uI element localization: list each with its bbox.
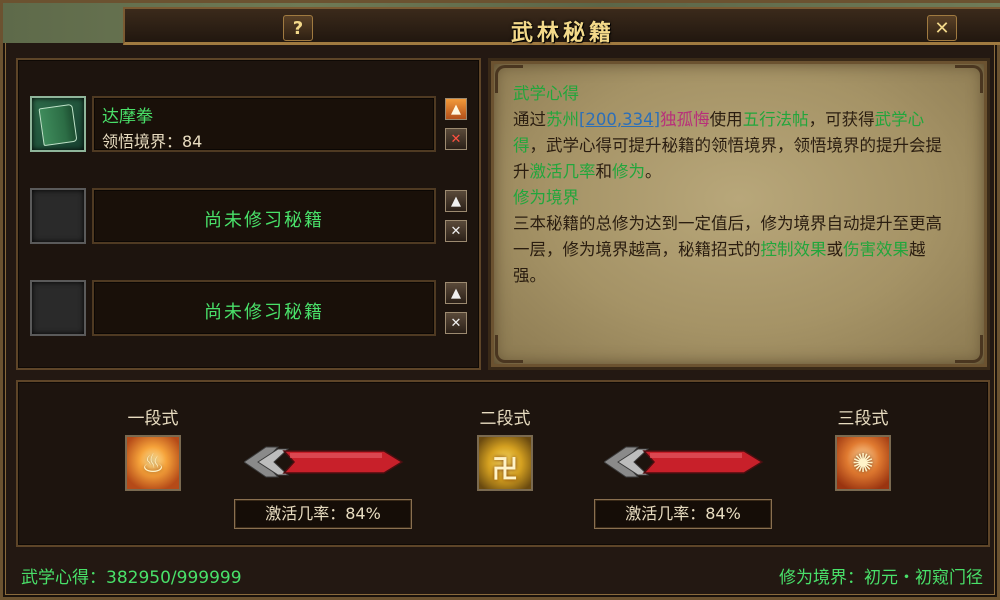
- slot-info-box[interactable]: 尚未修习秘籍: [92, 280, 436, 336]
- martial-manual-window: ? 武林秘籍 ✕ 达摩拳 领悟境界：84 ▲ ✕ 尚未修习秘籍 ▲ ✕ 尚未修习…: [0, 0, 1000, 600]
- stage-glyph: ✺: [852, 449, 874, 479]
- info-text-segment: 和: [595, 162, 613, 181]
- item-name: 五行法帖: [742, 110, 809, 129]
- stage-label: 一段式: [127, 409, 179, 429]
- coordinate-link[interactable]: [200,334]: [579, 110, 660, 129]
- stage-panel: 一段式 ♨ 二段式 卍 三段式 ✺ 激活几率：84% 激活几率：84%: [16, 380, 990, 547]
- term-highlight: 控制效果: [760, 240, 827, 259]
- npc-name: 独孤悔: [660, 110, 710, 129]
- flame-figure-icon[interactable]: ♨: [125, 435, 181, 491]
- info-parchment: 武学心得 通过苏州[200,334]独孤悔使用五行法帖，可获得武学心得，武学心得…: [488, 58, 990, 370]
- stage-glyph: ♨: [141, 449, 165, 479]
- skill-name: 达摩拳: [102, 107, 153, 127]
- info-text-segment: 。: [645, 162, 662, 181]
- progress-arrow-2: [604, 446, 764, 478]
- progress-arrow-1: [244, 446, 404, 478]
- empty-slot-text: 尚未修习秘籍: [204, 302, 324, 323]
- stage-glyph: 卍: [491, 455, 518, 485]
- info-text: 武学心得 通过苏州[200,334]独孤悔使用五行法帖，可获得武学心得，武学心得…: [513, 81, 953, 289]
- stage-2: 二段式 卍: [460, 404, 550, 491]
- martial-insight-count: 武学心得：382950/999999: [21, 568, 242, 588]
- footer-bar: 武学心得：382950/999999 修为境界：初元・初窥门径: [3, 553, 1000, 600]
- golden-seal-icon[interactable]: 卍: [477, 435, 533, 491]
- term-highlight: 伤害效果: [843, 240, 909, 259]
- stage-label: 二段式: [479, 409, 531, 429]
- book-shape: [38, 103, 78, 147]
- ornament-corner: [955, 335, 983, 363]
- fire-spirit-icon[interactable]: ✺: [835, 435, 891, 491]
- info-heading: 武学心得: [513, 84, 579, 103]
- term-highlight: 修为: [612, 162, 645, 181]
- move-up-button[interactable]: ▲: [445, 98, 467, 120]
- stage-3: 三段式 ✺: [818, 404, 908, 491]
- info-heading: 修为境界: [513, 188, 579, 207]
- manual-slot-list: 达摩拳 领悟境界：84 ▲ ✕ 尚未修习秘籍 ▲ ✕ 尚未修习秘籍 ▲ ✕: [16, 58, 481, 370]
- title-bar[interactable]: ? 武林秘籍 ✕: [123, 7, 1000, 46]
- window-title: 武林秘籍: [510, 20, 615, 46]
- move-up-button[interactable]: ▲: [445, 282, 467, 304]
- info-text-segment: 使用: [709, 110, 743, 129]
- ornament-corner: [495, 335, 523, 363]
- cultivation-realm: 修为境界：初元・初窥门径: [779, 568, 983, 588]
- manual-slot-1[interactable]: 达摩拳 领悟境界：84 ▲ ✕: [30, 96, 475, 156]
- empty-slot-icon[interactable]: [30, 188, 86, 244]
- activation-rate-2: 激活几率：84%: [594, 499, 772, 529]
- skill-level: 领悟境界：84: [102, 132, 203, 151]
- info-text-segment: 或: [826, 240, 844, 259]
- empty-slot-icon[interactable]: [30, 280, 86, 336]
- place-name: 苏州: [546, 110, 579, 129]
- move-up-button[interactable]: ▲: [445, 190, 467, 212]
- stage-label: 三段式: [837, 409, 889, 429]
- green-book-icon[interactable]: [30, 96, 86, 152]
- term-highlight: 激活几率: [529, 162, 596, 181]
- manual-slot-3[interactable]: 尚未修习秘籍 ▲ ✕: [30, 280, 475, 340]
- remove-button[interactable]: ✕: [445, 220, 467, 242]
- info-text-segment: ，可获得: [808, 110, 875, 129]
- manual-slot-2[interactable]: 尚未修习秘籍 ▲ ✕: [30, 188, 475, 248]
- activation-rate-1: 激活几率：84%: [234, 499, 412, 529]
- info-text-segment: 通过: [513, 110, 546, 129]
- stage-1: 一段式 ♨: [108, 404, 198, 491]
- slot-info-box[interactable]: 尚未修习秘籍: [92, 188, 436, 244]
- remove-button[interactable]: ✕: [445, 312, 467, 334]
- slot-info-box[interactable]: 达摩拳 领悟境界：84: [92, 96, 436, 152]
- ornament-corner: [955, 65, 983, 93]
- close-button[interactable]: ✕: [927, 15, 957, 41]
- remove-button[interactable]: ✕: [445, 128, 467, 150]
- empty-slot-text: 尚未修习秘籍: [204, 210, 324, 231]
